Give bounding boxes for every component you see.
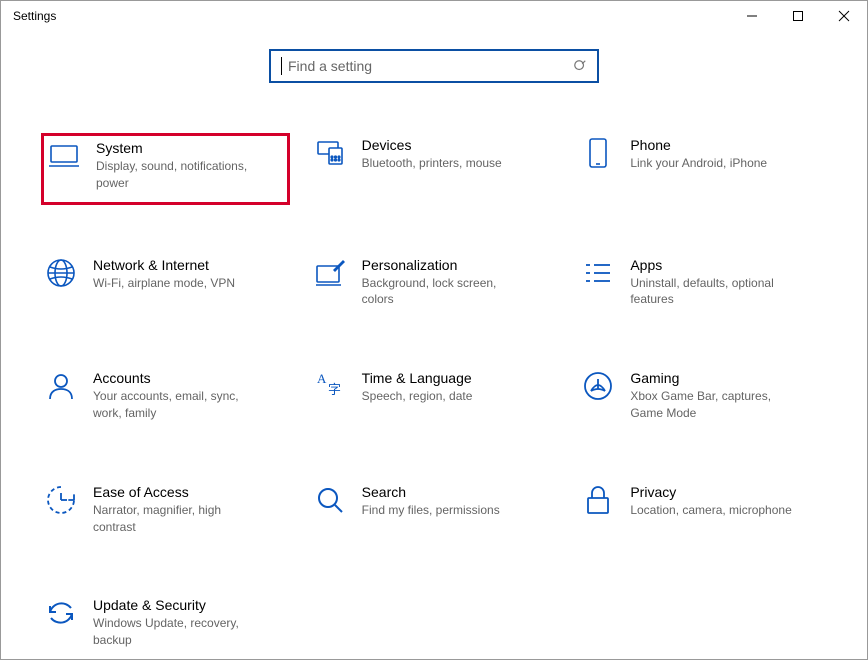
phone-icon bbox=[582, 137, 614, 169]
tile-desc: Location, camera, microphone bbox=[630, 502, 791, 519]
update-icon bbox=[45, 597, 77, 629]
lock-icon bbox=[582, 484, 614, 516]
magnifier-icon bbox=[314, 484, 346, 516]
tile-title: Personalization bbox=[362, 257, 532, 273]
tile-title: Phone bbox=[630, 137, 767, 153]
close-button[interactable] bbox=[821, 1, 867, 31]
tile-title: Accounts bbox=[93, 370, 263, 386]
tile-title: Gaming bbox=[630, 370, 800, 386]
tile-title: Network & Internet bbox=[93, 257, 235, 273]
search-row: Find a setting bbox=[1, 49, 867, 83]
search-placeholder: Find a setting bbox=[281, 57, 372, 75]
tile-title: Time & Language bbox=[362, 370, 473, 386]
tile-personalization[interactable]: Personalization Background, lock screen,… bbox=[310, 253, 559, 319]
tile-desc: Speech, region, date bbox=[362, 388, 473, 405]
tile-title: Devices bbox=[362, 137, 502, 153]
svg-text:字: 字 bbox=[328, 382, 341, 397]
tile-title: System bbox=[96, 140, 266, 156]
settings-grid: System Display, sound, notifications, po… bbox=[1, 83, 867, 669]
svg-text:A: A bbox=[317, 372, 327, 386]
devices-icon bbox=[314, 137, 346, 169]
tile-desc: Display, sound, notifications, power bbox=[96, 158, 266, 192]
personalization-icon bbox=[314, 257, 346, 289]
tile-gaming[interactable]: Gaming Xbox Game Bar, captures, Game Mod… bbox=[578, 366, 827, 432]
tile-desc: Narrator, magnifier, high contrast bbox=[93, 502, 263, 536]
tile-title: Apps bbox=[630, 257, 800, 273]
tile-title: Privacy bbox=[630, 484, 791, 500]
search-input[interactable]: Find a setting bbox=[269, 49, 599, 83]
tile-search[interactable]: Search Find my files, permissions bbox=[310, 480, 559, 546]
tile-apps[interactable]: Apps Uninstall, defaults, optional featu… bbox=[578, 253, 827, 319]
tile-desc: Background, lock screen, colors bbox=[362, 275, 532, 309]
tile-title: Ease of Access bbox=[93, 484, 263, 500]
system-icon bbox=[48, 140, 80, 172]
tile-desc: Bluetooth, printers, mouse bbox=[362, 155, 502, 172]
tile-time-language[interactable]: A 字 Time & Language Speech, region, date bbox=[310, 366, 559, 432]
tile-accounts[interactable]: Accounts Your accounts, email, sync, wor… bbox=[41, 366, 290, 432]
tile-system[interactable]: System Display, sound, notifications, po… bbox=[41, 133, 290, 205]
tile-privacy[interactable]: Privacy Location, camera, microphone bbox=[578, 480, 827, 546]
tile-network[interactable]: Network & Internet Wi-Fi, airplane mode,… bbox=[41, 253, 290, 319]
apps-icon bbox=[582, 257, 614, 289]
gaming-icon bbox=[582, 370, 614, 402]
minimize-button[interactable] bbox=[729, 1, 775, 31]
tile-desc: Windows Update, recovery, backup bbox=[93, 615, 263, 649]
window-title: Settings bbox=[13, 9, 56, 23]
globe-icon bbox=[45, 257, 77, 289]
tile-desc: Xbox Game Bar, captures, Game Mode bbox=[630, 388, 800, 422]
tile-desc: Uninstall, defaults, optional features bbox=[630, 275, 800, 309]
tile-ease-of-access[interactable]: Ease of Access Narrator, magnifier, high… bbox=[41, 480, 290, 546]
tile-devices[interactable]: Devices Bluetooth, printers, mouse bbox=[310, 133, 559, 205]
tile-desc: Wi-Fi, airplane mode, VPN bbox=[93, 275, 235, 292]
tile-update-security[interactable]: Update & Security Windows Update, recove… bbox=[41, 593, 290, 659]
search-icon bbox=[573, 59, 587, 73]
tile-desc: Your accounts, email, sync, work, family bbox=[93, 388, 263, 422]
tile-desc: Link your Android, iPhone bbox=[630, 155, 767, 172]
tile-title: Search bbox=[362, 484, 500, 500]
time-language-icon: A 字 bbox=[314, 370, 346, 402]
titlebar: Settings bbox=[1, 1, 867, 31]
tile-title: Update & Security bbox=[93, 597, 263, 613]
window-controls bbox=[729, 1, 867, 31]
tile-phone[interactable]: Phone Link your Android, iPhone bbox=[578, 133, 827, 205]
maximize-button[interactable] bbox=[775, 1, 821, 31]
accounts-icon bbox=[45, 370, 77, 402]
tile-desc: Find my files, permissions bbox=[362, 502, 500, 519]
ease-of-access-icon bbox=[45, 484, 77, 516]
